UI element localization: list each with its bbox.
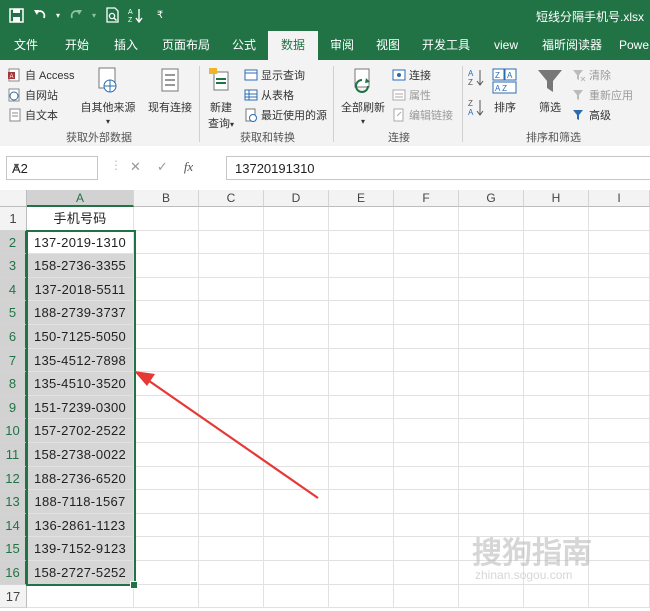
annotation-arrow: [134, 371, 319, 499]
arrow-shaft: [141, 375, 319, 499]
watermark-url: zhinan.sogou.com: [475, 568, 573, 582]
watermark-text: 搜狗指南: [472, 537, 592, 570]
